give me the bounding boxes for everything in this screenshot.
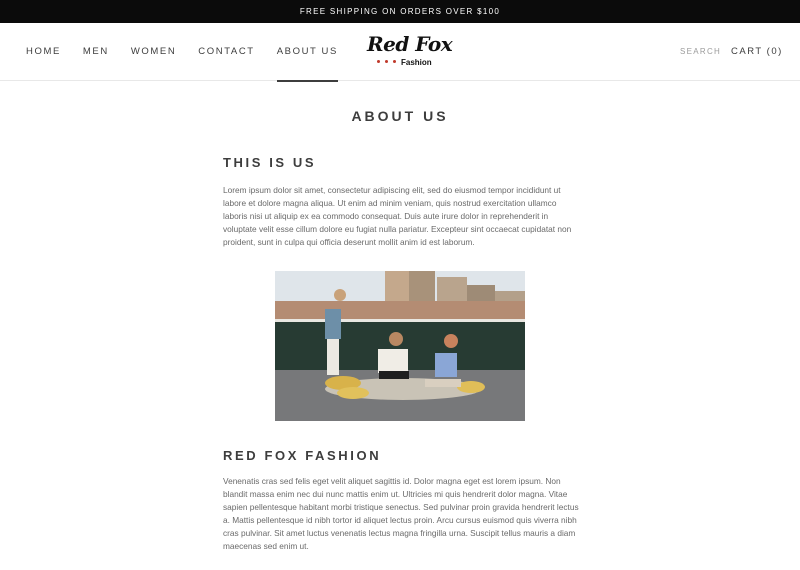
logo-wordmark: Red Fox [367,32,453,56]
logo-stars-icon [377,60,396,63]
section-heading-this-is-us: THIS IS US [223,155,317,170]
cart-link[interactable]: CART (0) [731,23,783,81]
section-text-this-is-us: Lorem ipsum dolor sit amet, consectetur … [223,185,572,247]
nav-contact[interactable]: CONTACT [198,23,254,81]
nav-women[interactable]: WOMEN [131,23,176,81]
announcement-bar: FREE SHIPPING ON ORDERS OVER $100 [0,0,800,23]
site-header: HOME MEN WOMEN CONTACT ABOUT US Red Fox … [0,23,800,82]
page-title: ABOUT US [351,108,449,124]
announcement-text: FREE SHIPPING ON ORDERS OVER $100 [299,7,501,16]
nav-about-us[interactable]: ABOUT US [276,23,339,82]
search-link[interactable]: SEARCH [680,23,721,81]
site-logo[interactable]: Red Fox Fashion [364,32,453,72]
nav-home[interactable]: HOME [26,23,61,81]
section-text-red-fox-fashion: Venenatis cras sed felis eget velit aliq… [223,476,579,551]
about-photo [275,271,525,421]
logo-subtitle: Fashion [401,58,432,67]
main-nav: HOME MEN WOMEN CONTACT ABOUT US [26,23,360,82]
rooftop-picnic-image [275,271,525,421]
nav-men[interactable]: MEN [83,23,109,81]
section-heading-red-fox-fashion: RED FOX FASHION [223,448,382,463]
